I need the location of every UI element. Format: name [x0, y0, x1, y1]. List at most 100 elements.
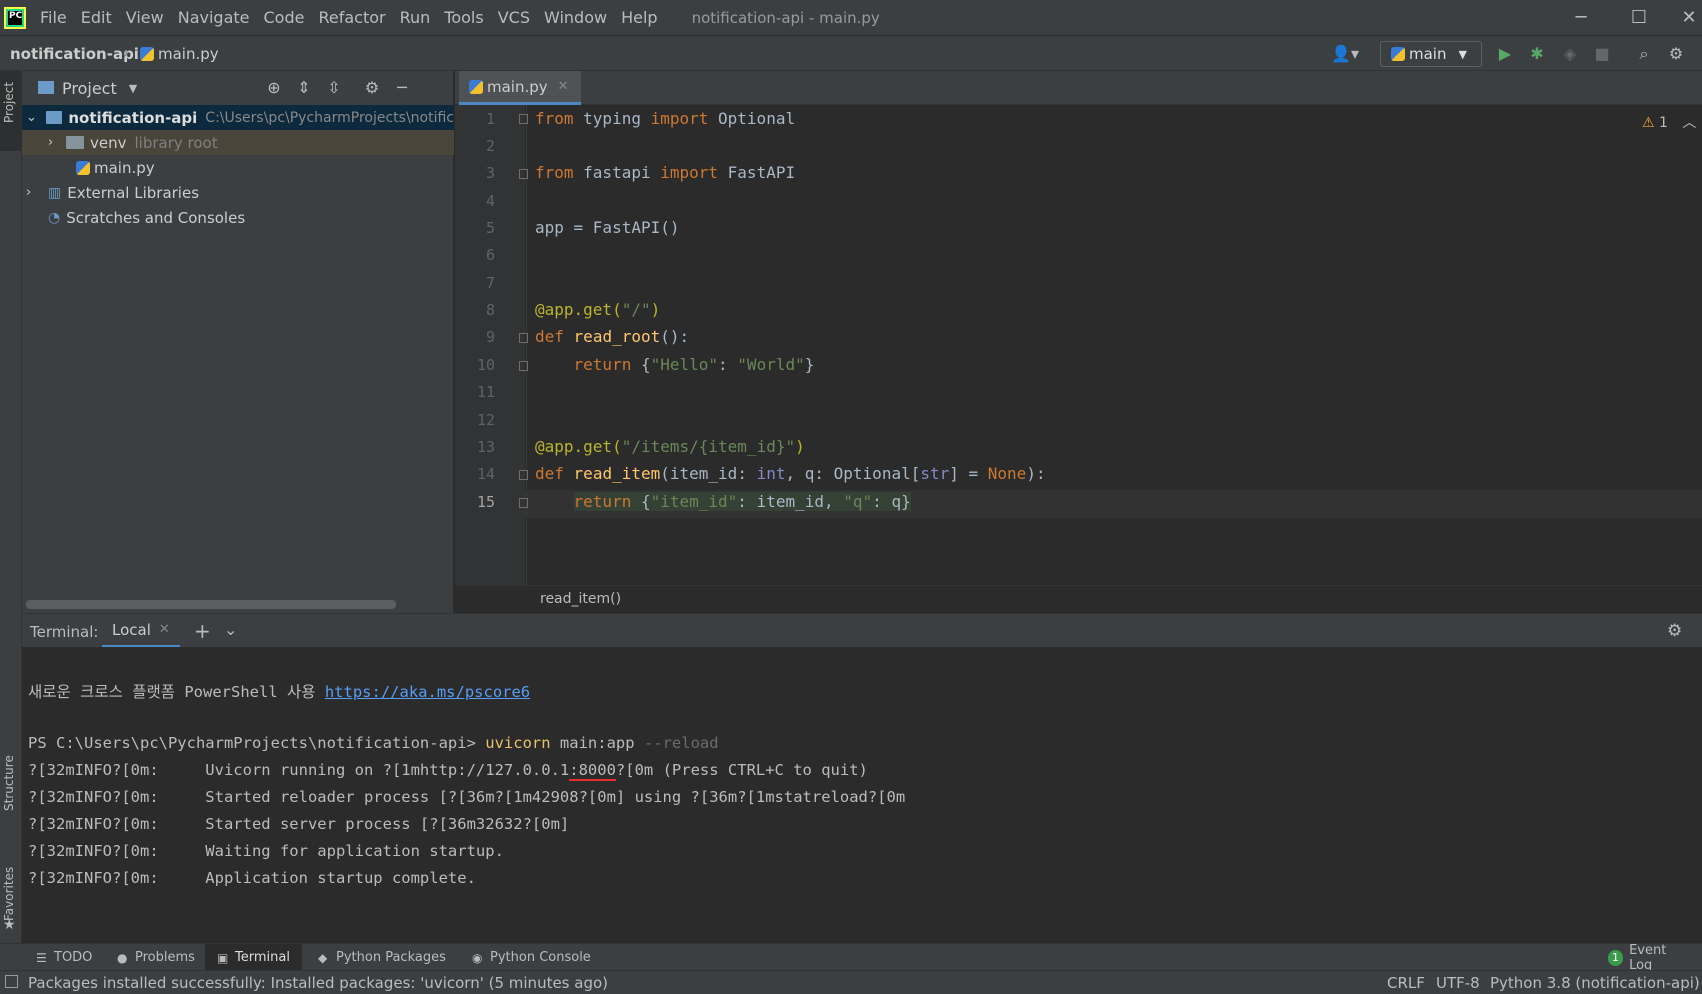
structure-tool-label[interactable]: Structure	[2, 755, 16, 811]
tree-item-main-py[interactable]: main.py	[22, 155, 454, 180]
debug-icon[interactable]: ✱	[1527, 44, 1547, 64]
problems-icon: ●	[117, 950, 128, 965]
menu-run[interactable]: Run	[400, 8, 431, 27]
python-interpreter[interactable]: Python 3.8 (notification-api)	[1490, 974, 1700, 992]
tool-python-packages[interactable]: ◆ Python Packages	[306, 944, 458, 971]
menu-file[interactable]: File	[40, 8, 67, 27]
breadcrumb-file[interactable]: main.py	[140, 45, 219, 63]
tool-todo[interactable]: ☰ TODO	[24, 944, 104, 971]
project-panel: Project ▼ ⊕ ⇕ ⇳ ⚙ ─ ⌄ notification-api C…	[22, 71, 454, 613]
terminal-settings-icon[interactable]: ⚙	[1667, 621, 1682, 641]
new-terminal-icon[interactable]: +	[194, 619, 211, 643]
editor-tab-label: main.py	[487, 77, 548, 96]
vcs-user-icon[interactable]: 👤▾	[1328, 44, 1362, 64]
close-tab-icon[interactable]: ✕	[558, 79, 569, 94]
menu-window[interactable]: Window	[544, 8, 607, 27]
project-panel-header: Project ▼ ⊕ ⇕ ⇳ ⚙ ─	[22, 71, 454, 105]
pycharm-logo-icon: PC	[4, 6, 26, 29]
terminal-command: uvicorn	[485, 734, 551, 752]
library-icon: ▥	[48, 184, 62, 201]
menu-tools[interactable]: Tools	[444, 8, 483, 27]
fold-marker-icon[interactable]	[519, 361, 528, 371]
search-icon[interactable]: ⌕	[1634, 44, 1654, 64]
close-tab-icon[interactable]: ✕	[159, 622, 170, 637]
python-console-icon: ◉	[472, 950, 483, 965]
breadcrumb-file-label: main.py	[158, 45, 219, 63]
locate-file-icon[interactable]: ⊕	[264, 78, 284, 98]
packages-icon: ◆	[318, 950, 328, 965]
tool-label: Python Packages	[336, 950, 446, 965]
editor-breadcrumb-function[interactable]: read_item()	[540, 591, 621, 607]
tool-terminal[interactable]: ▣ Terminal	[205, 944, 302, 971]
expand-all-icon[interactable]: ⇕	[294, 78, 314, 98]
project-tool-button[interactable]: Project	[0, 71, 22, 151]
maximize-icon[interactable]: ☐	[1616, 0, 1662, 35]
fold-marker-icon[interactable]	[519, 470, 528, 480]
scratches-icon: ◔	[48, 209, 61, 226]
editor-breadcrumb-bar: read_item()	[455, 585, 1702, 613]
coverage-icon[interactable]: ◈	[1560, 44, 1580, 64]
breadcrumb-project[interactable]: notification-api	[10, 45, 139, 63]
menu-vcs[interactable]: VCS	[498, 8, 530, 27]
run-icon[interactable]: ▶	[1495, 44, 1515, 64]
terminal-line: ?[32mINFO?[0m: Started server process [?…	[28, 815, 570, 833]
code-line-10: return {"Hello": "World"}	[573, 355, 815, 374]
run-config-label: main	[1409, 45, 1447, 63]
close-window-icon[interactable]: ✕	[1666, 0, 1702, 35]
tree-item-label: External Libraries	[67, 183, 200, 202]
stop-icon[interactable]: ■	[1592, 44, 1612, 64]
chevron-down-icon[interactable]: ⌄	[26, 110, 38, 125]
tree-item-project-root[interactable]: ⌄ notification-api C:\Users\pc\PycharmPr…	[22, 105, 454, 130]
python-file-icon	[140, 47, 154, 61]
settings-gear-icon[interactable]: ⚙	[1666, 44, 1686, 64]
code-editor[interactable]: 1 2 3 4 5 6 7 8 9 10 11 12 13 14 15 from…	[455, 105, 1702, 585]
collapse-all-icon[interactable]: ⇳	[324, 78, 344, 98]
toggle-tool-windows-icon[interactable]	[5, 975, 18, 988]
terminal-line: ?[32mINFO?[0m: Application startup compl…	[28, 869, 476, 887]
tool-python-console[interactable]: ◉ Python Console	[460, 944, 603, 971]
status-message[interactable]: Packages installed successfully: Install…	[28, 974, 608, 992]
horizontal-scrollbar[interactable]	[26, 600, 396, 609]
terminal-line: ?[32mINFO?[0m: Started reloader process …	[28, 788, 906, 806]
terminal-output[interactable]: 새로운 크로스 플랫폼 PowerShell 사용 https://aka.ms…	[22, 647, 1702, 943]
fold-marker-icon[interactable]	[519, 333, 528, 343]
run-configuration-select[interactable]: main ▼	[1380, 41, 1482, 67]
chevron-right-icon[interactable]: ›	[48, 135, 62, 150]
line-number: 9	[485, 328, 495, 346]
hide-panel-icon[interactable]: ─	[392, 78, 412, 98]
terminal-command-arg: main:app	[550, 734, 644, 752]
tool-event-log[interactable]: 1 Event Log	[1596, 943, 1702, 973]
menu-edit[interactable]: Edit	[81, 8, 112, 27]
line-number: 12	[476, 411, 495, 429]
code-line-13: @app.get("/items/{item_id}")	[535, 437, 805, 456]
pscore-link[interactable]: https://aka.ms/pscore6	[325, 683, 530, 701]
menu-code[interactable]: Code	[264, 8, 305, 27]
fold-marker-icon[interactable]	[519, 169, 528, 179]
file-encoding[interactable]: UTF-8	[1436, 974, 1480, 992]
menu-refactor[interactable]: Refactor	[318, 8, 385, 27]
menu-navigate[interactable]: Navigate	[178, 8, 250, 27]
chevron-right-icon[interactable]: ›	[26, 185, 40, 200]
line-number: 3	[485, 164, 495, 182]
tree-item-scratches[interactable]: ◔ Scratches and Consoles	[22, 205, 454, 230]
project-view-select[interactable]: Project	[62, 79, 117, 98]
fold-marker-icon[interactable]	[519, 498, 528, 508]
chevron-up-icon[interactable]: ︿	[1682, 115, 1696, 131]
tool-problems[interactable]: ● Problems	[105, 944, 207, 971]
panel-settings-icon[interactable]: ⚙	[362, 78, 382, 98]
editor-tab-bar: main.py ✕	[455, 71, 1702, 105]
tree-item-venv[interactable]: › venv library root	[22, 130, 454, 155]
menu-view[interactable]: View	[126, 8, 164, 27]
fold-marker-icon[interactable]	[519, 114, 528, 124]
project-tool-label: Project	[2, 81, 16, 123]
favorites-tool-label[interactable]: Favorites	[2, 867, 16, 921]
inspection-widget[interactable]: ⚠ 1 ︿	[1642, 112, 1696, 132]
terminal-tab-local[interactable]: Local ✕	[102, 614, 180, 648]
chevron-down-icon[interactable]: ▼	[129, 82, 137, 95]
line-separator[interactable]: CRLF	[1387, 974, 1425, 992]
menu-help[interactable]: Help	[621, 8, 657, 27]
minimize-icon[interactable]: ─	[1558, 0, 1604, 35]
chevron-down-icon[interactable]: ⌄	[224, 620, 237, 639]
tree-item-external-libraries[interactable]: › ▥ External Libraries	[22, 180, 454, 205]
editor-tab-main-py[interactable]: main.py ✕	[459, 71, 581, 105]
